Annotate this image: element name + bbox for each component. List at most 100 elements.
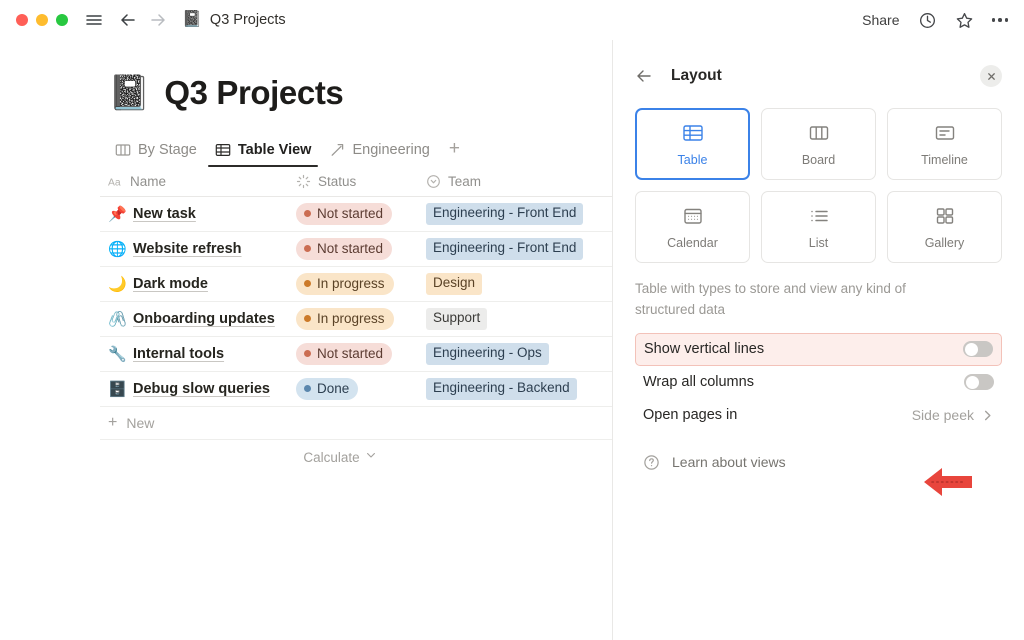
layout-description: Table with types to store and view any k… bbox=[635, 279, 925, 321]
option-show-vertical-lines[interactable]: Show vertical lines bbox=[635, 333, 1002, 366]
text-type-icon: Aa bbox=[108, 174, 123, 189]
maximize-window-button[interactable] bbox=[56, 14, 68, 26]
column-header-status[interactable]: Status bbox=[296, 174, 426, 189]
team-badge: Support bbox=[426, 308, 487, 330]
close-window-button[interactable] bbox=[16, 14, 28, 26]
wrap-all-columns-toggle[interactable] bbox=[964, 374, 994, 390]
chevron-down-icon bbox=[365, 448, 377, 466]
status-dot-icon bbox=[304, 315, 311, 322]
panel-title: Layout bbox=[671, 67, 722, 85]
cell-name[interactable]: 🔧 Internal tools bbox=[100, 346, 296, 362]
close-icon[interactable] bbox=[980, 65, 1002, 87]
database-table: Aa Name Status Team bbox=[0, 167, 612, 474]
layout-option-timeline[interactable]: Timeline bbox=[887, 108, 1002, 180]
page-title[interactable]: Q3 Projects bbox=[164, 74, 343, 112]
tab-by-stage[interactable]: By Stage bbox=[108, 138, 204, 167]
cell-status[interactable]: In progress bbox=[296, 308, 426, 330]
row-name-label[interactable]: Internal tools bbox=[133, 346, 224, 362]
add-new-row-label: New bbox=[126, 415, 154, 431]
tab-label: Engineering bbox=[352, 142, 429, 158]
clock-icon[interactable] bbox=[918, 11, 937, 30]
cell-name[interactable]: 🌐 Website refresh bbox=[100, 241, 296, 257]
layout-toggles: Show vertical lines Wrap all columns Ope… bbox=[635, 333, 1002, 432]
navigation-arrows bbox=[118, 10, 168, 30]
cell-name[interactable]: 📌 New task bbox=[100, 206, 296, 222]
layout-option-board[interactable]: Board bbox=[761, 108, 876, 180]
add-new-row-button[interactable]: + New bbox=[100, 407, 612, 440]
board-columns-icon bbox=[115, 142, 131, 158]
plus-icon: + bbox=[108, 415, 117, 431]
table-row[interactable]: 🌐 Website refresh Not started Engineerin… bbox=[100, 232, 612, 267]
cell-team[interactable]: Engineering - Backend bbox=[426, 378, 612, 400]
layout-option-list[interactable]: List bbox=[761, 191, 876, 263]
breadcrumb[interactable]: 📓 Q3 Projects bbox=[182, 12, 286, 28]
notebook-icon[interactable]: 📓 bbox=[108, 76, 150, 110]
cell-team[interactable]: Engineering - Front End bbox=[426, 238, 612, 260]
table-row[interactable]: 📌 New task Not started Engineering - Fro… bbox=[100, 197, 612, 232]
cell-name[interactable]: 🖇️ Onboarding updates bbox=[100, 311, 296, 327]
status-badge-label: In progress bbox=[317, 276, 385, 292]
option-wrap-all-columns[interactable]: Wrap all columns bbox=[635, 366, 1002, 399]
calendar-icon bbox=[682, 205, 704, 227]
hamburger-icon[interactable] bbox=[84, 10, 104, 30]
layout-option-calendar[interactable]: Calendar bbox=[635, 191, 750, 263]
status-badge: Not started bbox=[296, 203, 392, 225]
learn-about-views-link[interactable]: Learn about views bbox=[635, 454, 1002, 471]
status-badge-label: Not started bbox=[317, 206, 383, 222]
cell-team[interactable]: Engineering - Ops bbox=[426, 343, 612, 365]
table-row[interactable]: 🗄️ Debug slow queries Done Engineering -… bbox=[100, 372, 612, 407]
tab-table-view[interactable]: Table View bbox=[208, 138, 319, 167]
team-badge: Engineering - Ops bbox=[426, 343, 549, 365]
layout-option-label: List bbox=[809, 236, 828, 250]
minimize-window-button[interactable] bbox=[36, 14, 48, 26]
back-arrow-icon[interactable] bbox=[635, 67, 653, 85]
cell-status[interactable]: Not started bbox=[296, 343, 426, 365]
wrench-icon: 🔧 bbox=[108, 347, 125, 362]
row-name-label[interactable]: Debug slow queries bbox=[133, 381, 270, 397]
row-name-label[interactable]: New task bbox=[133, 206, 196, 222]
option-control[interactable]: Side peek bbox=[912, 407, 994, 423]
status-dot-icon bbox=[304, 280, 311, 287]
crescent-moon-icon: 🌙 bbox=[108, 277, 125, 292]
column-header-name[interactable]: Aa Name bbox=[100, 174, 296, 189]
layout-options-grid: Table Board Timeline bbox=[635, 108, 1002, 263]
share-button[interactable]: Share bbox=[862, 12, 899, 28]
cell-team[interactable]: Engineering - Front End bbox=[426, 203, 612, 225]
table-row[interactable]: 🌙 Dark mode In progress Design bbox=[100, 267, 612, 302]
cell-status[interactable]: Done bbox=[296, 378, 426, 400]
add-view-button[interactable]: + bbox=[441, 137, 468, 167]
back-arrow-icon[interactable] bbox=[118, 10, 138, 30]
cell-name[interactable]: 🗄️ Debug slow queries bbox=[100, 381, 296, 397]
cell-team[interactable]: Support bbox=[426, 308, 612, 330]
window-titlebar: 📓 Q3 Projects Share bbox=[0, 0, 1024, 40]
table-row[interactable]: 🔧 Internal tools Not started Engineering… bbox=[100, 337, 612, 372]
cell-name[interactable]: 🌙 Dark mode bbox=[100, 276, 296, 292]
status-badge: In progress bbox=[296, 308, 394, 330]
row-name-label[interactable]: Dark mode bbox=[133, 276, 208, 292]
forward-arrow-icon[interactable] bbox=[148, 10, 168, 30]
status-badge-label: In progress bbox=[317, 311, 385, 327]
star-icon[interactable] bbox=[955, 11, 974, 30]
status-dot-icon bbox=[304, 385, 311, 392]
more-horizontal-icon[interactable] bbox=[992, 18, 1009, 22]
cell-team[interactable]: Design bbox=[426, 273, 612, 295]
table-row[interactable]: 🖇️ Onboarding updates In progress Suppor… bbox=[100, 302, 612, 337]
list-icon bbox=[808, 205, 830, 227]
option-open-pages-in[interactable]: Open pages in Side peek bbox=[635, 399, 1002, 432]
cell-status[interactable]: Not started bbox=[296, 203, 426, 225]
table-icon bbox=[682, 122, 704, 144]
page-body: 📓 Q3 Projects By Stage bbox=[0, 40, 1024, 640]
calculate-row[interactable]: Calculate bbox=[190, 440, 490, 474]
column-header-team[interactable]: Team bbox=[426, 174, 612, 189]
option-control bbox=[963, 341, 993, 357]
cell-status[interactable]: In progress bbox=[296, 273, 426, 295]
option-label: Wrap all columns bbox=[643, 374, 754, 390]
status-spinner-icon bbox=[296, 174, 311, 189]
row-name-label[interactable]: Onboarding updates bbox=[133, 311, 275, 327]
layout-option-gallery[interactable]: Gallery bbox=[887, 191, 1002, 263]
show-vertical-lines-toggle[interactable] bbox=[963, 341, 993, 357]
row-name-label[interactable]: Website refresh bbox=[133, 241, 242, 257]
tab-engineering[interactable]: Engineering bbox=[322, 138, 436, 167]
layout-option-table[interactable]: Table bbox=[635, 108, 750, 180]
cell-status[interactable]: Not started bbox=[296, 238, 426, 260]
